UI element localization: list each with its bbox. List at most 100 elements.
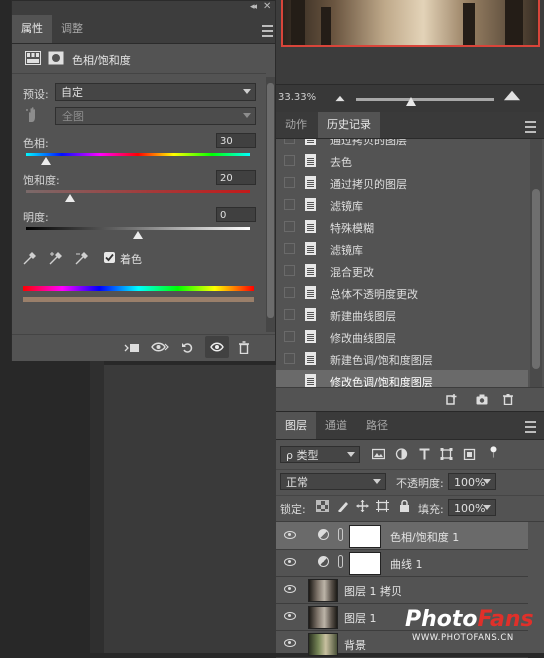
navigator-preview[interactable] <box>281 0 540 47</box>
snapshot-checkbox[interactable] <box>284 353 295 364</box>
visibility-eye-icon[interactable] <box>284 612 296 620</box>
tab-paths[interactable]: 路径 <box>357 412 397 439</box>
lock-artboard-icon[interactable] <box>376 500 389 512</box>
image-filter-icon[interactable] <box>372 448 385 460</box>
zoom-slider-handle[interactable] <box>406 97 416 106</box>
history-item[interactable]: 混合更改 <box>276 260 528 282</box>
zoom-in-icon[interactable] <box>503 90 521 101</box>
zoom-level[interactable]: 33.33% <box>278 92 316 103</box>
colorize-checkbox[interactable] <box>104 252 115 263</box>
tab-channels[interactable]: 通道 <box>316 412 356 439</box>
tab-layers[interactable]: 图层 <box>276 412 316 439</box>
history-item[interactable]: 总体不透明度更改 <box>276 282 528 304</box>
snapshot-checkbox[interactable] <box>284 287 295 298</box>
lock-all-icon[interactable] <box>398 500 411 512</box>
camera-icon[interactable] <box>476 394 488 405</box>
snapshot-checkbox[interactable] <box>284 139 295 144</box>
saturation-slider-handle[interactable] <box>65 194 75 202</box>
layer-mask-thumbnail[interactable] <box>349 525 381 548</box>
panel-menu-icon[interactable] <box>262 25 273 37</box>
visibility-eye-icon[interactable] <box>284 639 296 647</box>
layer-name[interactable]: 图层 1 <box>344 610 377 626</box>
hue-value-field[interactable]: 30 <box>216 133 256 148</box>
eyedropper-plus-icon[interactable] <box>49 252 62 265</box>
lock-transparent-icon[interactable] <box>316 500 329 512</box>
snapshot-checkbox[interactable] <box>284 221 295 232</box>
history-scroll-thumb[interactable] <box>532 189 540 369</box>
targeted-adjustment-hand-icon[interactable] <box>25 106 39 123</box>
layer-thumbnail[interactable] <box>308 606 338 629</box>
visibility-eye-icon[interactable] <box>284 531 296 539</box>
history-scrollbar[interactable] <box>530 139 542 387</box>
filter-kind-dropdown[interactable]: ρ 类型 <box>280 446 360 463</box>
zoom-slider[interactable] <box>356 98 494 101</box>
eyedropper-icon[interactable] <box>23 252 36 265</box>
layer-name[interactable]: 色相/饱和度 1 <box>390 529 459 545</box>
visibility-eye-icon[interactable] <box>284 585 296 593</box>
history-item[interactable]: 修改曲线图层 <box>276 326 528 348</box>
smart-object-filter-icon[interactable] <box>463 448 476 460</box>
layer-row[interactable]: 曲线 1 <box>276 549 528 577</box>
tab-adjustments[interactable]: 调整 <box>52 15 92 43</box>
snapshot-checkbox[interactable] <box>284 309 295 320</box>
tab-actions[interactable]: 动作 <box>276 112 316 138</box>
view-previous-icon[interactable] <box>151 341 169 353</box>
fill-field[interactable]: 100% <box>448 499 496 516</box>
collapse-panel-icon[interactable]: ◂◂ <box>250 2 257 12</box>
history-item[interactable]: 通过拷贝的图层 <box>276 172 528 194</box>
snapshot-checkbox[interactable] <box>284 331 295 342</box>
shape-filter-icon[interactable] <box>440 448 453 460</box>
tab-history[interactable]: 历史记录 <box>318 112 380 138</box>
layer-name[interactable]: 图层 1 拷贝 <box>344 583 402 599</box>
opacity-field[interactable]: 100% <box>448 473 496 490</box>
snapshot-checkbox[interactable] <box>284 375 295 386</box>
history-item[interactable]: 新建色调/饱和度图层 <box>276 348 528 370</box>
snapshot-checkbox[interactable] <box>284 177 295 188</box>
mask-link-icon[interactable] <box>338 528 343 541</box>
panel-titlebar[interactable]: ◂◂ ✕ <box>12 1 275 15</box>
layer-mask-icon[interactable] <box>48 51 64 65</box>
properties-scroll-thumb[interactable] <box>267 83 274 318</box>
reset-icon[interactable] <box>181 341 194 354</box>
channel-dropdown[interactable]: 全图 <box>55 107 256 125</box>
history-item[interactable]: 特殊模糊 <box>276 216 528 238</box>
toggle-visibility-button[interactable] <box>205 336 229 358</box>
adjustment-filter-icon[interactable] <box>395 448 408 460</box>
blend-mode-dropdown[interactable]: 正常 <box>280 473 386 490</box>
history-item[interactable]: 新建曲线图层 <box>276 304 528 326</box>
colorize-label[interactable]: 着色 <box>120 251 142 267</box>
preset-dropdown[interactable]: 自定 <box>55 83 256 101</box>
tab-properties[interactable]: 属性 <box>12 15 52 43</box>
layer-name[interactable]: 曲线 1 <box>390 556 423 572</box>
visibility-eye-icon[interactable] <box>284 558 296 566</box>
history-item[interactable]: 通过拷贝的图层 <box>276 139 528 150</box>
lock-pixels-icon[interactable] <box>336 500 349 512</box>
clip-to-layer-icon[interactable] <box>124 342 140 354</box>
zoom-out-icon[interactable] <box>335 95 345 102</box>
new-document-from-state-icon[interactable] <box>446 394 458 405</box>
snapshot-checkbox[interactable] <box>284 243 295 254</box>
snapshot-checkbox[interactable] <box>284 265 295 276</box>
hue-slider-handle[interactable] <box>41 157 51 165</box>
layer-name[interactable]: 背景 <box>344 637 366 653</box>
saturation-value-field[interactable]: 20 <box>216 170 256 185</box>
history-item-selected[interactable]: 修改色调/饱和度图层 <box>276 370 528 387</box>
panel-menu-icon[interactable] <box>525 421 536 433</box>
layer-thumbnail[interactable] <box>308 579 338 602</box>
eyedropper-minus-icon[interactable] <box>75 252 88 265</box>
layer-row[interactable]: 图层 1 拷贝 <box>276 576 528 604</box>
history-item[interactable]: 滤镜库 <box>276 194 528 216</box>
snapshot-checkbox[interactable] <box>284 155 295 166</box>
lightness-value-field[interactable]: 0 <box>216 207 256 222</box>
snapshot-checkbox[interactable] <box>284 199 295 210</box>
panel-menu-icon[interactable] <box>525 121 536 133</box>
lock-position-icon[interactable] <box>356 500 369 512</box>
history-item[interactable]: 滤镜库 <box>276 238 528 260</box>
trash-icon[interactable] <box>502 394 514 405</box>
history-item[interactable]: 去色 <box>276 150 528 172</box>
layer-row-selected[interactable]: 色相/饱和度 1 <box>276 522 528 550</box>
properties-scrollbar[interactable] <box>266 77 275 332</box>
trash-icon[interactable] <box>238 341 250 354</box>
layer-mask-thumbnail[interactable] <box>349 552 381 575</box>
lightness-slider-handle[interactable] <box>133 231 143 239</box>
